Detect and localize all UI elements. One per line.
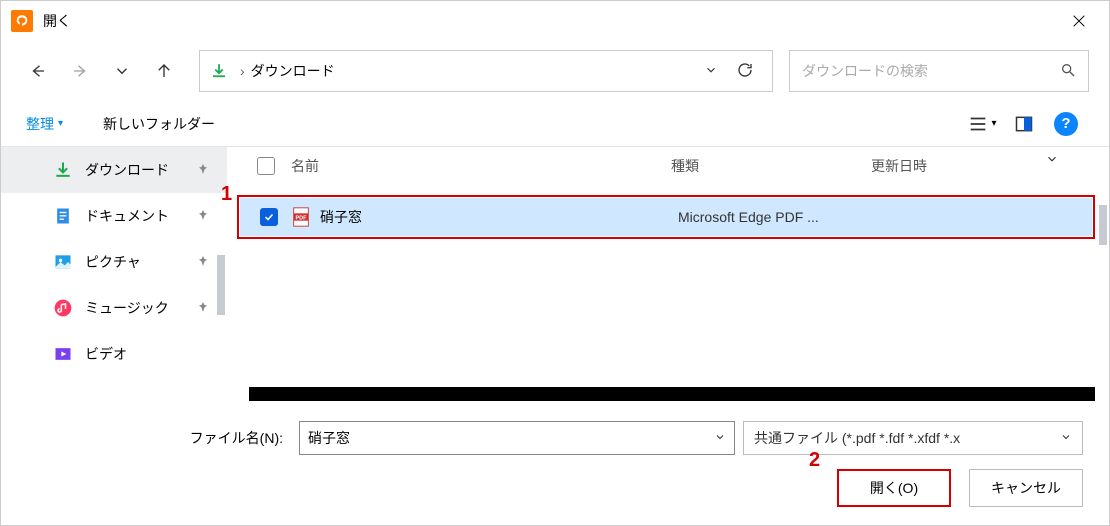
sidebar-item-label: ダウンロード <box>85 160 169 180</box>
pin-icon <box>197 162 209 178</box>
filename-dropdown-icon[interactable] <box>714 430 726 446</box>
row-checkbox[interactable] <box>260 208 278 226</box>
file-area: 名前 種類 更新日時 1 PDF 硝子窓 Microsoft Edge PDF … <box>227 147 1109 405</box>
sort-indicator-icon <box>1045 152 1059 169</box>
filename-input[interactable]: 硝子窓 <box>299 421 735 455</box>
button-row: 2 開く(O) キャンセル <box>27 469 1083 507</box>
sidebar-scrollbar[interactable] <box>217 255 225 315</box>
titlebar: 開く <box>1 1 1109 41</box>
vertical-scrollbar[interactable] <box>1099 205 1107 245</box>
app-icon <box>11 10 33 32</box>
file-type: Microsoft Edge PDF ... <box>678 209 878 225</box>
open-dialog: 開く › ダウンロード 整理 ▾ 新しいフォルダー ▾ <box>0 0 1110 526</box>
sidebar-item-downloads[interactable]: ダウンロード <box>1 147 227 193</box>
up-button[interactable] <box>147 54 181 88</box>
filename-row: ファイル名(N): 硝子窓 共通ファイル (*.pdf *.fdf *.xfdf… <box>27 421 1083 455</box>
column-name[interactable]: 名前 <box>291 156 671 176</box>
sidebar-item-videos[interactable]: ビデオ <box>1 331 227 377</box>
sidebar-item-documents[interactable]: ドキュメント <box>1 193 227 239</box>
footer: ファイル名(N): 硝子窓 共通ファイル (*.pdf *.fdf *.xfdf… <box>1 405 1109 525</box>
horizontal-scrollbar[interactable] <box>249 387 1095 401</box>
forward-button[interactable] <box>63 54 97 88</box>
sidebar-item-pictures[interactable]: ピクチャ <box>1 239 227 285</box>
column-type[interactable]: 種類 <box>671 156 871 176</box>
organize-label: 整理 <box>26 114 54 134</box>
video-icon <box>51 342 75 366</box>
sidebar: ダウンロード ドキュメント ピクチャ ミュージック ビデオ <box>1 147 227 405</box>
organize-menu[interactable]: 整理 ▾ <box>26 114 63 134</box>
download-icon <box>210 62 228 80</box>
recent-dropdown[interactable] <box>105 54 139 88</box>
pin-icon <box>197 300 209 316</box>
search-input[interactable] <box>802 63 1060 79</box>
cancel-button[interactable]: キャンセル <box>969 469 1083 507</box>
svg-text:PDF: PDF <box>296 215 308 221</box>
pin-icon <box>197 208 209 224</box>
back-button[interactable] <box>21 54 55 88</box>
view-menu[interactable]: ▾ <box>964 106 1000 142</box>
pictures-icon <box>51 250 75 274</box>
sidebar-item-label: ピクチャ <box>85 252 141 272</box>
open-button[interactable]: 開く(O) <box>837 469 951 507</box>
column-date[interactable]: 更新日時 <box>871 156 1109 176</box>
music-icon <box>51 296 75 320</box>
dropdown-icon: ▾ <box>58 118 63 129</box>
sidebar-item-label: ビデオ <box>85 344 127 364</box>
body: ダウンロード ドキュメント ピクチャ ミュージック ビデオ <box>1 147 1109 405</box>
breadcrumb-separator: › <box>240 63 245 79</box>
file-list: 1 PDF 硝子窓 Microsoft Edge PDF ... <box>227 185 1109 405</box>
download-icon <box>51 158 75 182</box>
breadcrumb-dropdown[interactable] <box>694 63 728 80</box>
annotation-1: 1 <box>221 183 232 206</box>
sidebar-item-music[interactable]: ミュージック <box>1 285 227 331</box>
help-icon: ? <box>1054 112 1078 136</box>
preview-toggle[interactable] <box>1006 106 1042 142</box>
pdf-icon: PDF <box>290 206 312 228</box>
window-title: 開く <box>43 11 1059 31</box>
filter-value: 共通ファイル (*.pdf *.fdf *.xfdf *.x <box>754 428 1060 448</box>
select-all-checkbox[interactable] <box>257 157 275 175</box>
column-headers: 名前 種類 更新日時 <box>227 147 1109 185</box>
sidebar-item-label: ミュージック <box>85 298 169 318</box>
file-row[interactable]: PDF 硝子窓 Microsoft Edge PDF ... <box>240 198 1092 236</box>
search-box[interactable] <box>789 50 1089 92</box>
search-icon <box>1060 62 1076 81</box>
breadcrumb[interactable]: › ダウンロード <box>199 50 773 92</box>
file-name: 硝子窓 <box>320 207 678 227</box>
filename-label: ファイル名(N): <box>27 428 291 448</box>
file-type-filter[interactable]: 共通ファイル (*.pdf *.fdf *.xfdf *.x <box>743 421 1083 455</box>
filter-dropdown-icon <box>1060 430 1072 446</box>
document-icon <box>51 204 75 228</box>
breadcrumb-path: ダウンロード <box>251 61 694 81</box>
annotation-2: 2 <box>809 449 820 472</box>
nav-row: › ダウンロード <box>1 41 1109 101</box>
help-button[interactable]: ? <box>1048 106 1084 142</box>
toolbar: 整理 ▾ 新しいフォルダー ▾ ? <box>1 101 1109 147</box>
refresh-button[interactable] <box>728 61 762 82</box>
close-button[interactable] <box>1059 1 1099 41</box>
sidebar-item-label: ドキュメント <box>85 206 169 226</box>
pin-icon <box>197 254 209 270</box>
filename-value: 硝子窓 <box>308 428 714 448</box>
new-folder-button[interactable]: 新しいフォルダー <box>103 114 215 134</box>
